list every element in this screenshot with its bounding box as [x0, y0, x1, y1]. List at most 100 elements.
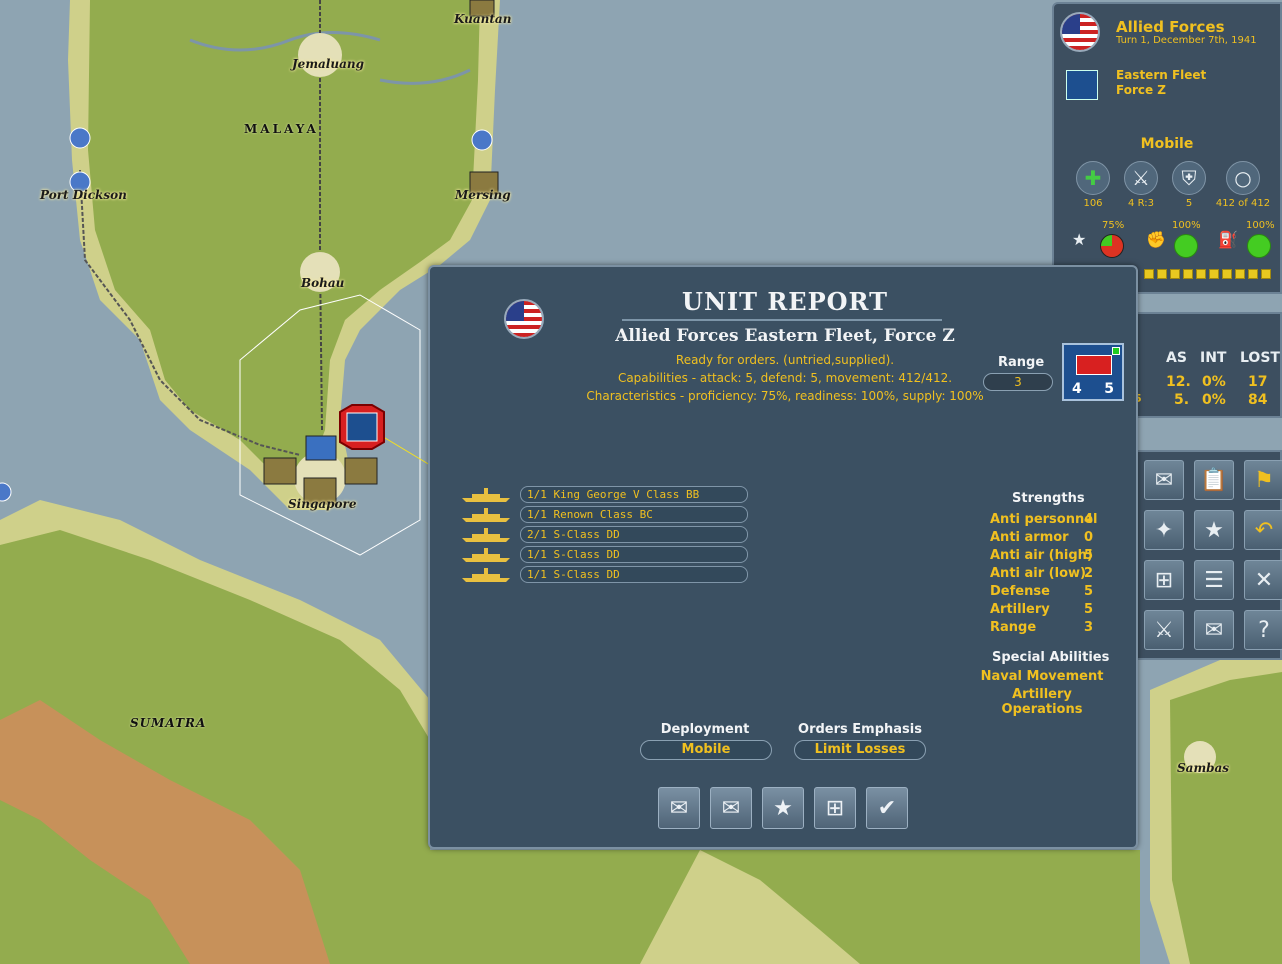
help-button[interactable]: ? — [1244, 610, 1282, 650]
swords-icon: ⚔ — [1124, 161, 1158, 195]
orders-emphasis-select[interactable]: Limit Losses — [794, 740, 926, 760]
strength-value: 5 — [1084, 548, 1094, 563]
special-abilities-title: Special Abilities — [992, 650, 1110, 665]
battleship-icon — [462, 488, 510, 502]
strength-value: 4 — [1084, 512, 1094, 527]
command-button-grid: ✉ 📋 ⚑ ✦ ★ ↶ ⊞ ☰ ✕ ⚔ ✉ ? — [1130, 450, 1282, 660]
undo-button[interactable]: ↶ — [1244, 510, 1282, 550]
proficiency-pie-icon — [1100, 234, 1124, 258]
circle-icon: ○ — [1226, 161, 1260, 195]
unit-line-1: Eastern Fleet — [1116, 68, 1207, 82]
strength-value: 3 — [1084, 620, 1094, 635]
ship-label: 1/1 King George V Class BB — [520, 486, 748, 503]
deployment-select[interactable]: Mobile — [640, 740, 772, 760]
ship-label: 1/1 S-Class DD — [520, 546, 748, 563]
fist-icon: ✊ — [1146, 230, 1166, 249]
readiness-pct: 100% — [1172, 220, 1201, 231]
proficiency-pct: 75% — [1102, 220, 1125, 231]
strength-label: Anti personnel — [990, 512, 1098, 527]
title-divider — [622, 319, 942, 321]
strike-button[interactable]: ⚔ — [1144, 610, 1184, 650]
promote-button[interactable]: ★ — [762, 787, 804, 829]
strength-value: 2 — [1084, 566, 1094, 581]
stat-value-4: 412 of 412 — [1215, 198, 1271, 209]
counter-attack: 4 — [1072, 381, 1082, 397]
range-value: 3 — [983, 373, 1053, 391]
confirm-button[interactable]: ✔ — [866, 787, 908, 829]
destroyer-icon — [462, 528, 510, 542]
map-label-jemaluang: Jemaluang — [292, 57, 364, 71]
mail-list-button[interactable]: ☰ — [1194, 560, 1234, 600]
mail-prev-button[interactable]: ✉ — [1144, 460, 1184, 500]
crossed-xx-button[interactable]: ✕ — [1244, 560, 1282, 600]
header-lost: LOST — [1240, 350, 1280, 366]
unit-marker-25c[interactable] — [471, 129, 493, 151]
strength-label: Artillery — [990, 602, 1050, 617]
counter-defense: 5 — [1104, 381, 1114, 397]
row1-int: 0% — [1202, 374, 1226, 390]
unit-line-2: Force Z — [1116, 83, 1167, 97]
report-subtitle: Allied Forces Eastern Fleet, Force Z — [615, 326, 955, 346]
star-icon: ★ — [1072, 230, 1087, 249]
ship-label: 1/1 Renown Class BC — [520, 506, 748, 523]
row1-lost: 17 — [1248, 374, 1268, 390]
strength-label: Range — [990, 620, 1037, 635]
supply-pct: 100% — [1246, 220, 1275, 231]
map-label-sumatra: SUMATRA — [130, 716, 207, 730]
faction-name: Allied Forces — [1116, 18, 1225, 36]
message-button[interactable]: ✉ — [1194, 610, 1234, 650]
force-z-hex-counter[interactable] — [339, 404, 385, 450]
clipboard-mail-button[interactable]: 📋 — [1194, 460, 1234, 500]
flag-button[interactable]: ⚑ — [1244, 460, 1282, 500]
range-label: Range — [998, 355, 1045, 370]
ship-symbol-icon — [1076, 355, 1112, 375]
destroyer-icon — [462, 568, 510, 582]
ship-label: 1/1 S-Class DD — [520, 566, 748, 583]
row2-as: 5. — [1174, 392, 1190, 408]
plus-icon: ✚ — [1076, 161, 1110, 195]
destroyer-icon — [462, 548, 510, 562]
ship-label: 2/1 S-Class DD — [520, 526, 748, 543]
strength-value: 5 — [1084, 584, 1094, 599]
stat-value-3: 5 — [1185, 198, 1193, 209]
map-label-kuantan: Kuantan — [454, 12, 512, 26]
header-int: INT — [1200, 350, 1227, 366]
header-as: AS — [1166, 350, 1187, 366]
unit-marker-25a[interactable] — [69, 127, 91, 149]
map-label-malaya: MALAYA — [244, 122, 319, 136]
hierarchy-button[interactable]: ⊞ — [814, 787, 856, 829]
strength-value: 5 — [1084, 602, 1094, 617]
battlecruiser-icon — [462, 508, 510, 522]
deployment-label: Deployment — [660, 722, 750, 737]
strength-label: Anti air (high) — [990, 548, 1093, 563]
shield-icon: ⛨ — [1172, 161, 1206, 195]
movement-pips — [1144, 269, 1271, 279]
hierarchy-button[interactable]: ⊞ — [1144, 560, 1184, 600]
orders-emphasis-label: Orders Emphasis — [798, 722, 922, 737]
unit-info-panel: Allied Forces Turn 1, December 7th, 1941… — [1052, 2, 1282, 294]
turn-date: Turn 1, December 7th, 1941 — [1116, 35, 1257, 46]
us-flag-icon — [1060, 12, 1100, 52]
star-button[interactable]: ★ — [1194, 510, 1234, 550]
unit-counter-small[interactable] — [1066, 70, 1098, 100]
star-arrow-button[interactable]: ✦ — [1144, 510, 1184, 550]
prev-unit-button[interactable]: ✉ — [658, 787, 700, 829]
strength-value: 0 — [1084, 530, 1094, 545]
special-ability: Naval Movement — [980, 669, 1104, 684]
special-ability: Artillery Operations — [1001, 687, 1083, 717]
readiness-indicator — [1174, 234, 1198, 258]
supply-indicator — [1247, 234, 1271, 258]
strengths-title: Strengths — [1012, 491, 1085, 506]
map-label-singapore: Singapore — [288, 497, 357, 511]
row2-int: 0% — [1202, 392, 1226, 408]
deployment-status: Mobile — [1140, 136, 1194, 152]
next-unit-button[interactable]: ✉ — [710, 787, 752, 829]
map-label-mersing: Mersing — [455, 188, 511, 202]
map-label-bohau: Bohau — [301, 276, 345, 290]
map-label-sambas: Sambas — [1177, 761, 1230, 775]
naval-unit-counter: 4 5 — [1062, 343, 1124, 401]
strength-label: Anti armor — [990, 530, 1069, 545]
battle-stats-strip: AS INT LOST 12. 0% 17 5 5. 0% 84 — [1130, 312, 1282, 418]
strength-label: Anti air (low) — [990, 566, 1086, 581]
characteristics-line: Characteristics - proficiency: 75%, read… — [586, 389, 984, 403]
